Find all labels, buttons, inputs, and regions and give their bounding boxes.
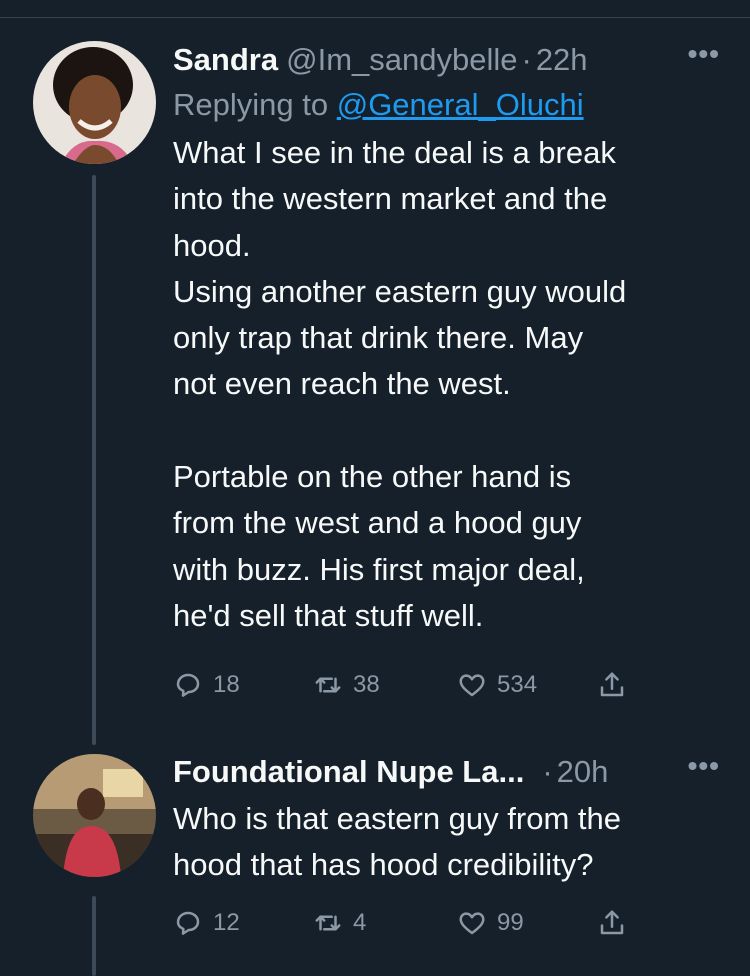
share-icon xyxy=(600,672,624,697)
retweet-button[interactable]: 4 xyxy=(313,908,457,938)
reply-icon xyxy=(176,673,200,697)
timestamp[interactable]: 22h xyxy=(536,42,588,78)
separator-dot: · xyxy=(542,754,553,789)
avatar-sandra[interactable] xyxy=(33,41,156,164)
more-icon[interactable]: ••• xyxy=(688,752,720,780)
retweet-icon xyxy=(315,677,341,693)
retweet-count: 38 xyxy=(353,671,380,698)
avatar-foundational[interactable] xyxy=(33,754,156,877)
share-icon xyxy=(600,910,624,935)
reply-count: 12 xyxy=(213,909,240,936)
thread-line xyxy=(92,896,96,976)
retweet-icon xyxy=(315,915,341,931)
author-name[interactable]: Foundational Nupe La... xyxy=(173,754,524,790)
author-handle[interactable]: @Im_sandybelle xyxy=(286,42,517,78)
retweet-count: 4 xyxy=(353,909,367,936)
avatar-image xyxy=(33,754,156,877)
retweet-button[interactable]: 38 xyxy=(313,670,457,700)
reply-button[interactable]: 18 xyxy=(173,670,313,700)
like-icon xyxy=(459,912,485,935)
more-icon[interactable]: ••• xyxy=(688,40,720,68)
share-button[interactable] xyxy=(597,670,627,700)
like-button[interactable]: 99 xyxy=(457,908,597,938)
author-name[interactable]: Sandra xyxy=(173,42,278,78)
like-count: 99 xyxy=(497,909,524,936)
tweet-text: Who is that eastern guy from the hood th… xyxy=(173,801,621,883)
share-button[interactable] xyxy=(597,908,627,938)
tweet-text: What I see in the deal is a break into t… xyxy=(173,135,627,633)
top-divider xyxy=(0,17,750,18)
like-button[interactable]: 534 xyxy=(457,670,597,700)
avatar-image xyxy=(33,41,156,164)
like-count: 534 xyxy=(497,671,538,698)
reply-button[interactable]: 12 xyxy=(173,908,313,938)
timestamp[interactable]: 20h xyxy=(557,754,609,790)
replying-to-label: Replying to xyxy=(173,87,337,122)
like-icon xyxy=(459,674,485,697)
replying-to: Replying to @General_Oluchi xyxy=(173,82,720,128)
thread-line xyxy=(92,175,96,745)
replying-to-link[interactable]: @General_Oluchi xyxy=(337,87,584,122)
reply-icon xyxy=(176,911,200,935)
separator-dot: · xyxy=(521,42,532,77)
reply-count: 18 xyxy=(213,671,240,698)
